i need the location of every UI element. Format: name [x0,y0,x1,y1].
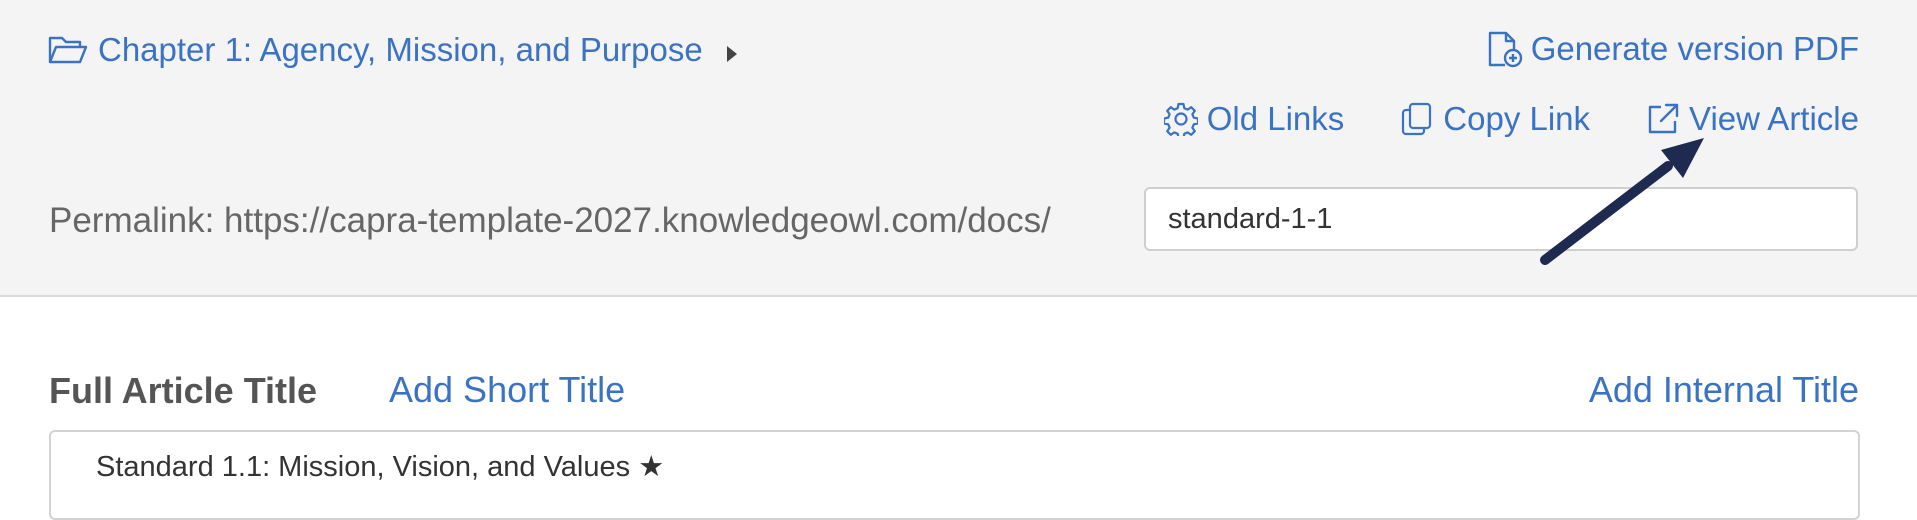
breadcrumb-chapter-link[interactable]: Chapter 1: Agency, Mission, and Purpose [98,30,703,70]
old-links-label[interactable]: Old Links [1207,99,1345,139]
external-link-icon [1648,103,1679,134]
copy-link-button[interactable]: Copy Link [1400,99,1590,139]
full-article-title-label: Full Article Title [49,370,318,411]
view-article-label[interactable]: View Article [1689,99,1859,139]
add-internal-title-link[interactable]: Add Internal Title [1589,370,1859,410]
view-article-button[interactable]: View Article [1646,99,1859,139]
gear-icon [1163,102,1198,136]
full-article-title-input[interactable] [49,430,1860,520]
generate-version-pdf-label[interactable]: Generate version PDF [1531,29,1859,69]
copy-link-label[interactable]: Copy Link [1443,99,1590,139]
article-actions: Old Links Copy Link View Article [1163,99,1859,139]
caret-right-icon[interactable] [725,44,739,64]
generate-version-pdf-button[interactable]: Generate version PDF [1485,29,1859,69]
article-header-panel: Chapter 1: Agency, Mission, and Purpose … [0,0,1917,297]
permalink-slug-input[interactable] [1144,187,1858,251]
copy-icon [1402,102,1432,136]
add-short-title-link[interactable]: Add Short Title [389,370,625,410]
old-links-button[interactable]: Old Links [1163,99,1345,139]
folder-open-icon [48,36,88,64]
breadcrumb[interactable]: Chapter 1: Agency, Mission, and Purpose [48,30,739,70]
permalink-label: Permalink: https://capra-template-2027.k… [49,201,1051,240]
file-plus-icon [1488,31,1522,68]
title-row: Full Article Title Add Short Title Add I… [49,368,1859,414]
